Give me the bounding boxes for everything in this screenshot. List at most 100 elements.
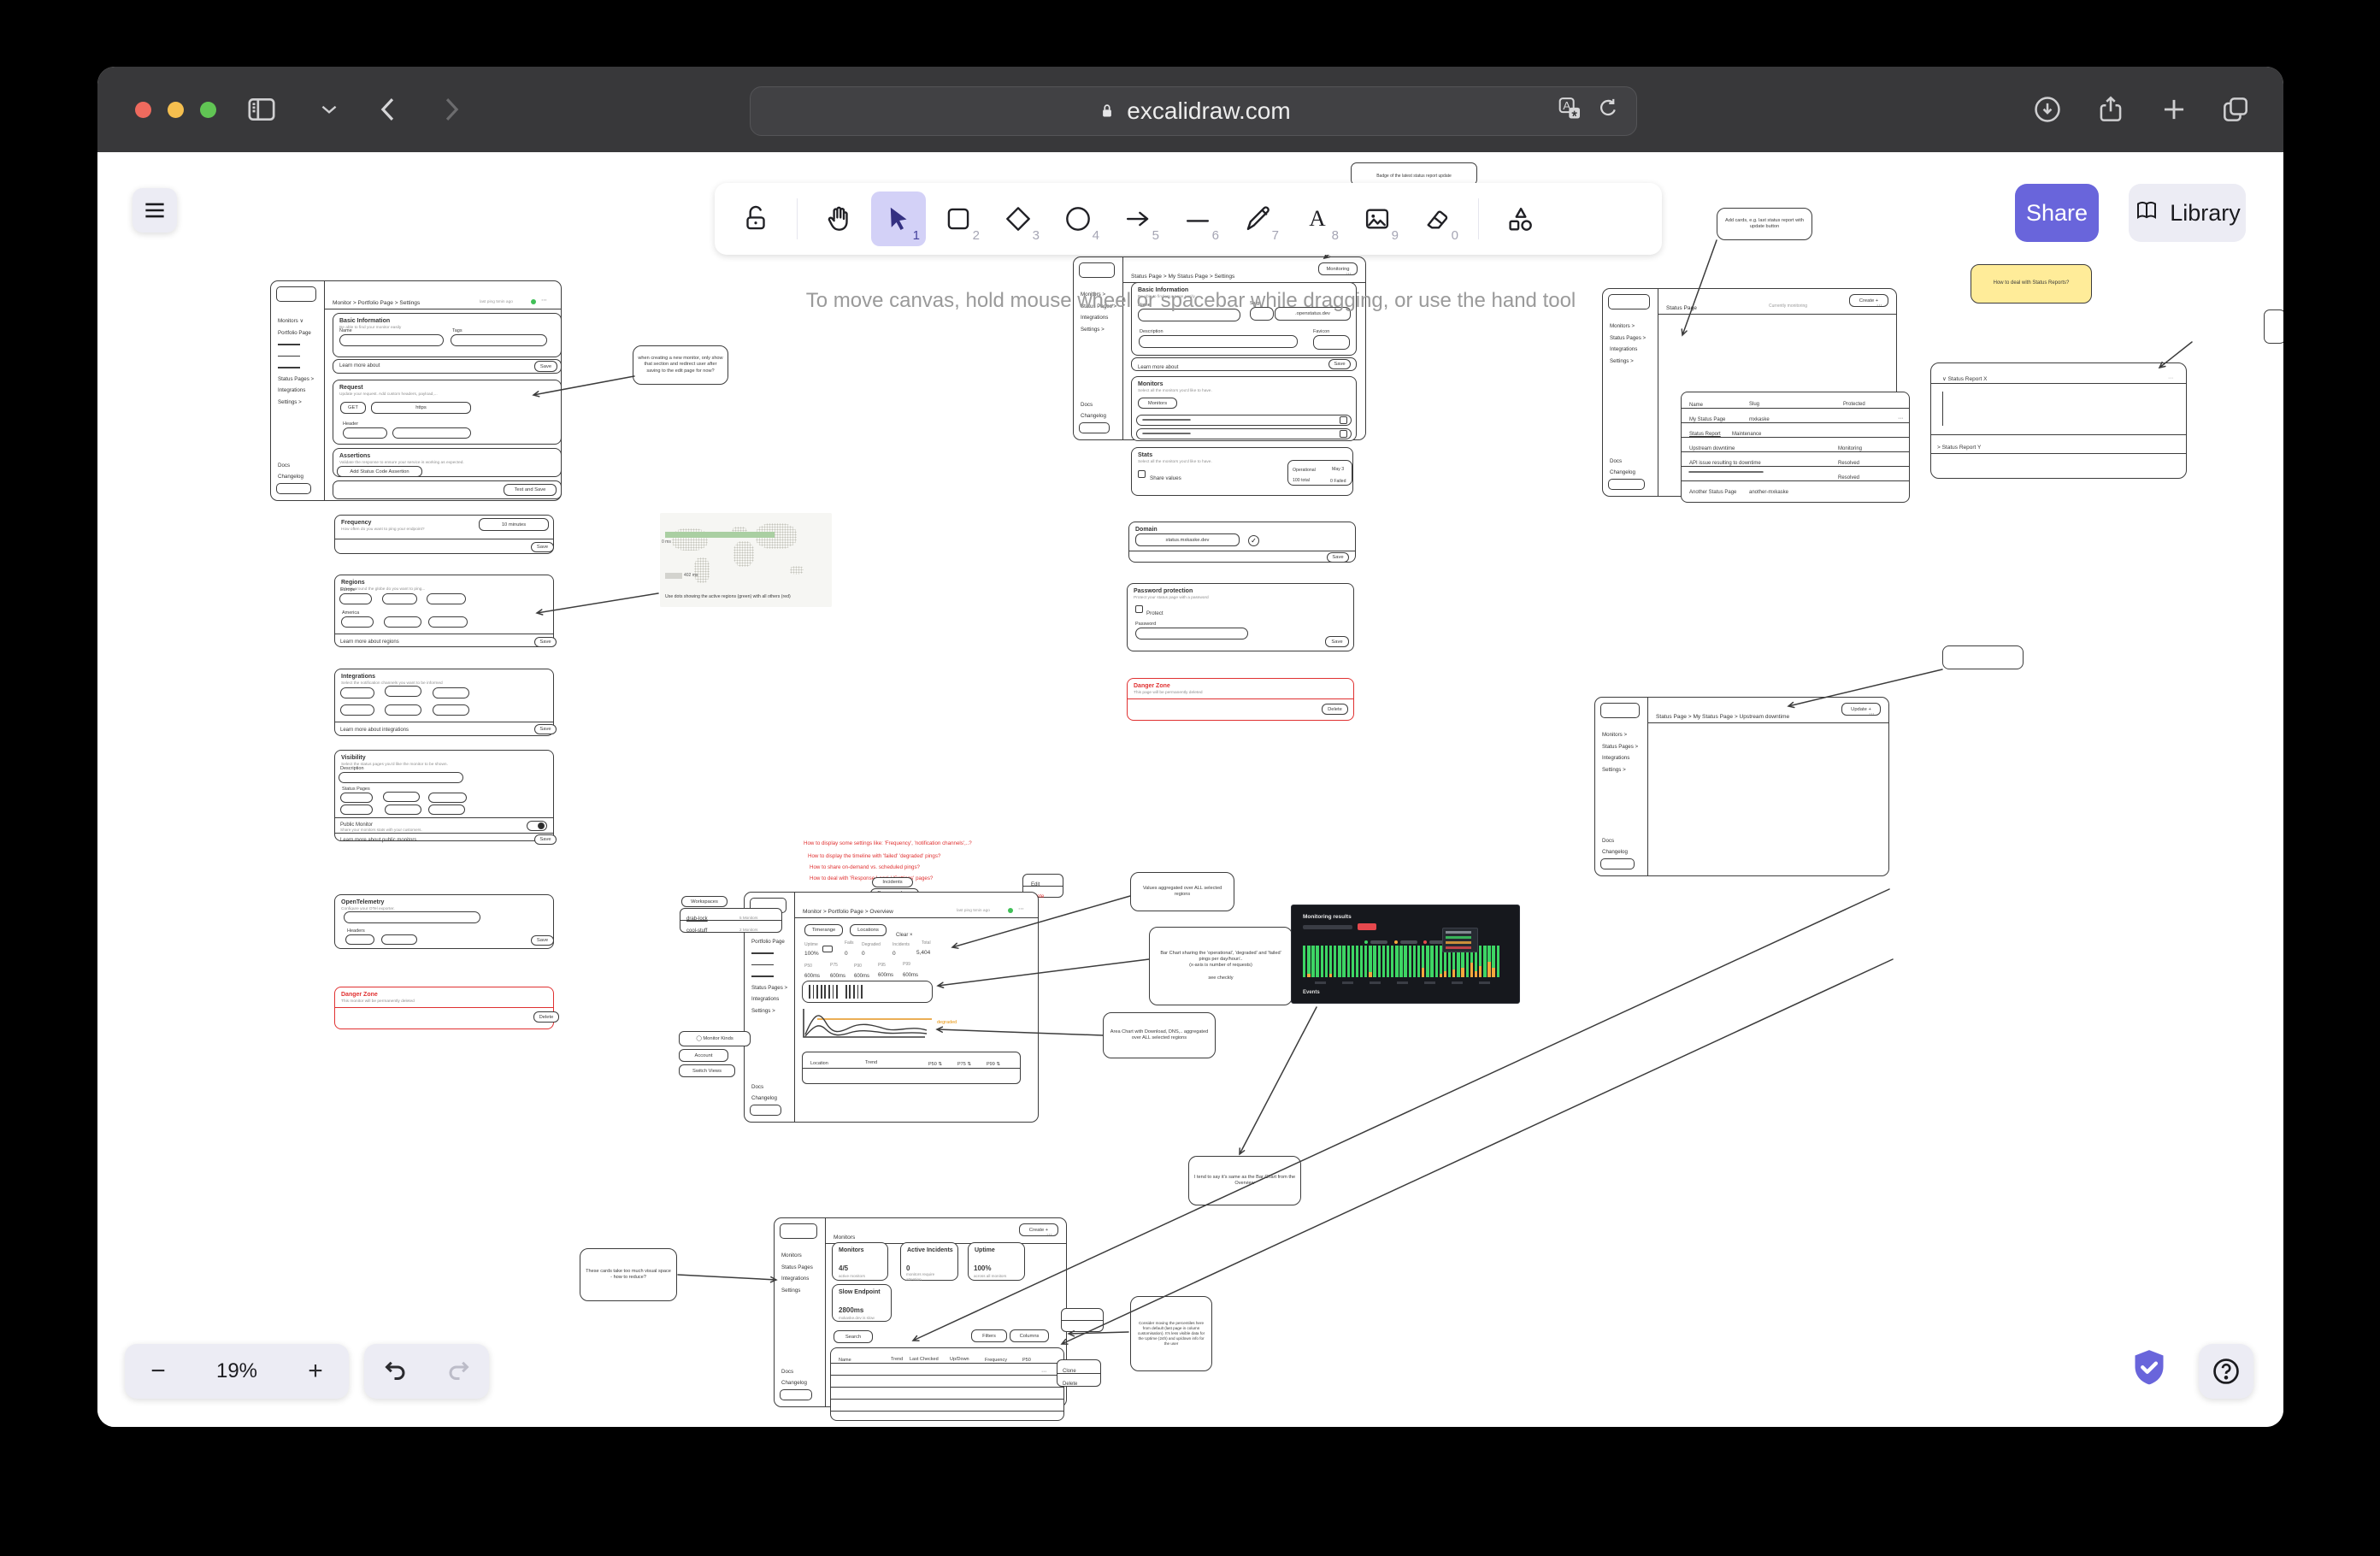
tool-ellipse[interactable]: 4	[1051, 192, 1105, 246]
wireframe-button[interactable]: Save	[534, 834, 557, 845]
annotation-note[interactable]: Area Chart with Download, DNS,.. aggrega…	[1103, 1012, 1216, 1058]
shapes-icon	[1504, 203, 1536, 235]
wireframe-button[interactable]: 10 minutes	[479, 518, 549, 531]
tool-arrow[interactable]: 5	[1110, 192, 1165, 246]
zoom-in-button[interactable]: +	[301, 1357, 330, 1386]
annotation-note[interactable]: Bar Chart sharing the 'operational', 'de…	[1149, 927, 1293, 1005]
wireframe-button[interactable]: Save	[531, 542, 554, 552]
tool-line[interactable]: 6	[1170, 192, 1225, 246]
wireframe-button[interactable]: Add Status Code Assertion	[337, 466, 422, 477]
wireframe-button[interactable]: Filters	[971, 1329, 1007, 1342]
wireframe-button[interactable]: Workspaces	[681, 896, 728, 907]
new-tab-icon[interactable]	[2158, 93, 2190, 126]
chart-bar-operational	[1387, 946, 1389, 977]
sidebar-toggle-icon[interactable]	[244, 92, 279, 127]
annotation-note[interactable]: Consider moving the percentiles here fro…	[1130, 1296, 1212, 1371]
zoom-level[interactable]: 19%	[216, 1359, 257, 1383]
tool-selection[interactable]: 1	[871, 192, 926, 246]
legend-dot	[1423, 940, 1427, 944]
undo-button[interactable]	[380, 1354, 411, 1389]
close-button[interactable]	[135, 102, 151, 118]
wireframe-button[interactable]: Incidents	[872, 877, 913, 887]
wireframe-button[interactable]: Save	[1328, 359, 1351, 369]
tool-hand[interactable]	[811, 192, 866, 246]
wireframe-button[interactable]: Test and Save	[504, 484, 557, 496]
wireframe-button[interactable]: GET	[340, 402, 366, 414]
help-button[interactable]	[2199, 1344, 2253, 1399]
back-button[interactable]	[373, 93, 405, 126]
wf-breadcrumb: Monitors	[834, 1235, 855, 1241]
wireframe-box	[428, 805, 465, 815]
chart-bar-operational	[1435, 946, 1438, 977]
wireframe-text: Learn more about regions	[340, 639, 399, 645]
address-bar[interactable]: excalidraw.com A	[750, 86, 1637, 136]
timeline-bar	[845, 985, 847, 999]
wireframe-button[interactable]: Monitors	[1138, 398, 1177, 409]
wf-header-button[interactable]: Create +	[1849, 294, 1888, 307]
card-title: Integrations	[341, 674, 375, 680]
tool-eraser[interactable]: 0	[1410, 192, 1464, 246]
wf-header-button[interactable]: Update +	[1841, 703, 1881, 716]
tool-text[interactable]: A8	[1290, 192, 1345, 246]
wireframe-button[interactable]: Switch Views	[679, 1064, 735, 1077]
card-title: Frequency	[341, 520, 371, 526]
tool-shapes[interactable]	[1493, 192, 1547, 246]
wireframe-button[interactable]: Locations	[850, 924, 887, 936]
wireframe-button[interactable]: Delete	[533, 1011, 559, 1023]
tool-rectangle[interactable]: 2	[931, 192, 986, 246]
wireframe-text: Name	[339, 329, 352, 334]
translate-icon[interactable]: A	[1556, 95, 1583, 128]
redo-button[interactable]	[443, 1354, 474, 1389]
forward-button[interactable]	[434, 93, 467, 126]
wireframe-button[interactable]: Save	[534, 361, 557, 372]
wireframe-button[interactable]: Save	[534, 724, 557, 734]
wireframe-card[interactable]	[334, 575, 554, 647]
wf-header-button[interactable]: Monitoring	[1318, 262, 1358, 275]
tool-lock[interactable]	[728, 192, 783, 246]
library-button[interactable]: Library	[2129, 184, 2246, 242]
annotation-note[interactable]: when creating a new monitor, only show t…	[633, 345, 728, 385]
wireframe-box	[385, 686, 421, 697]
tool-image[interactable]: 9	[1350, 192, 1405, 246]
wireframe-button[interactable]: Account	[679, 1049, 728, 1062]
annotation-note[interactable]: These cards take too much visual space -…	[580, 1248, 677, 1301]
annotation-note[interactable]: Add cards, e.g. last status report with …	[1717, 208, 1812, 240]
wf-upstream-downtime[interactable]	[1594, 697, 1889, 876]
wireframe-button[interactable]: Save	[534, 637, 557, 647]
wireframe-divider	[334, 817, 554, 818]
wf-header-button[interactable]: Create +	[1019, 1223, 1058, 1236]
wireframe-text: Protect	[1146, 611, 1163, 617]
excalidraw-canvas[interactable]: Monitor > Portfolio Page > Settingslast …	[97, 152, 2283, 1427]
wireframe-button[interactable]: Columns	[1010, 1329, 1049, 1342]
wireframe-button[interactable]: status.mxkaske.dev	[1135, 533, 1240, 546]
download-icon[interactable]	[2031, 93, 2064, 126]
tab-overview-icon[interactable]	[2219, 93, 2252, 126]
annotation-note[interactable]: I tend to say it's same as the Bar Chart…	[1188, 1156, 1301, 1205]
minimize-button[interactable]	[168, 102, 184, 118]
wireframe-button[interactable]: Save	[1327, 552, 1349, 563]
wf-last-ping: last ping 5min ago	[480, 300, 513, 304]
main-menu-button[interactable]	[133, 188, 177, 233]
fullscreen-button[interactable]	[200, 102, 216, 118]
wireframe-button[interactable]: Save	[1325, 636, 1349, 647]
share-icon[interactable]	[2094, 93, 2127, 126]
wireframe-button[interactable]: Delete	[1322, 704, 1348, 715]
wireframe-button[interactable]: Save	[531, 935, 554, 946]
wf-header-divider	[794, 917, 1039, 918]
sidebar-chevron-icon[interactable]	[318, 98, 340, 121]
wf-sidebar-item: Docs	[751, 1085, 763, 1091]
chart-bar-operational	[1399, 946, 1402, 977]
wireframe-text: Total	[922, 941, 931, 946]
wireframe-text: ⋯	[541, 298, 547, 304]
wireframe-button[interactable]: https	[371, 402, 471, 414]
share-button[interactable]: Share	[2015, 184, 2099, 242]
annotation-note[interactable]: Values aggregated over ALL selected regi…	[1130, 872, 1234, 911]
zoom-out-button[interactable]: −	[144, 1357, 173, 1386]
tool-draw[interactable]: 7	[1230, 192, 1285, 246]
wireframe-button[interactable]: ◯ Monitor Kinds	[679, 1031, 751, 1046]
wireframe-button[interactable]: Search	[834, 1330, 873, 1343]
tool-diamond[interactable]: 3	[991, 192, 1046, 246]
reload-icon[interactable]	[1595, 96, 1621, 127]
wireframe-button[interactable]: Timerange	[804, 924, 843, 936]
sticky-note[interactable]: How to deal with Status Reports?	[1971, 264, 2092, 304]
